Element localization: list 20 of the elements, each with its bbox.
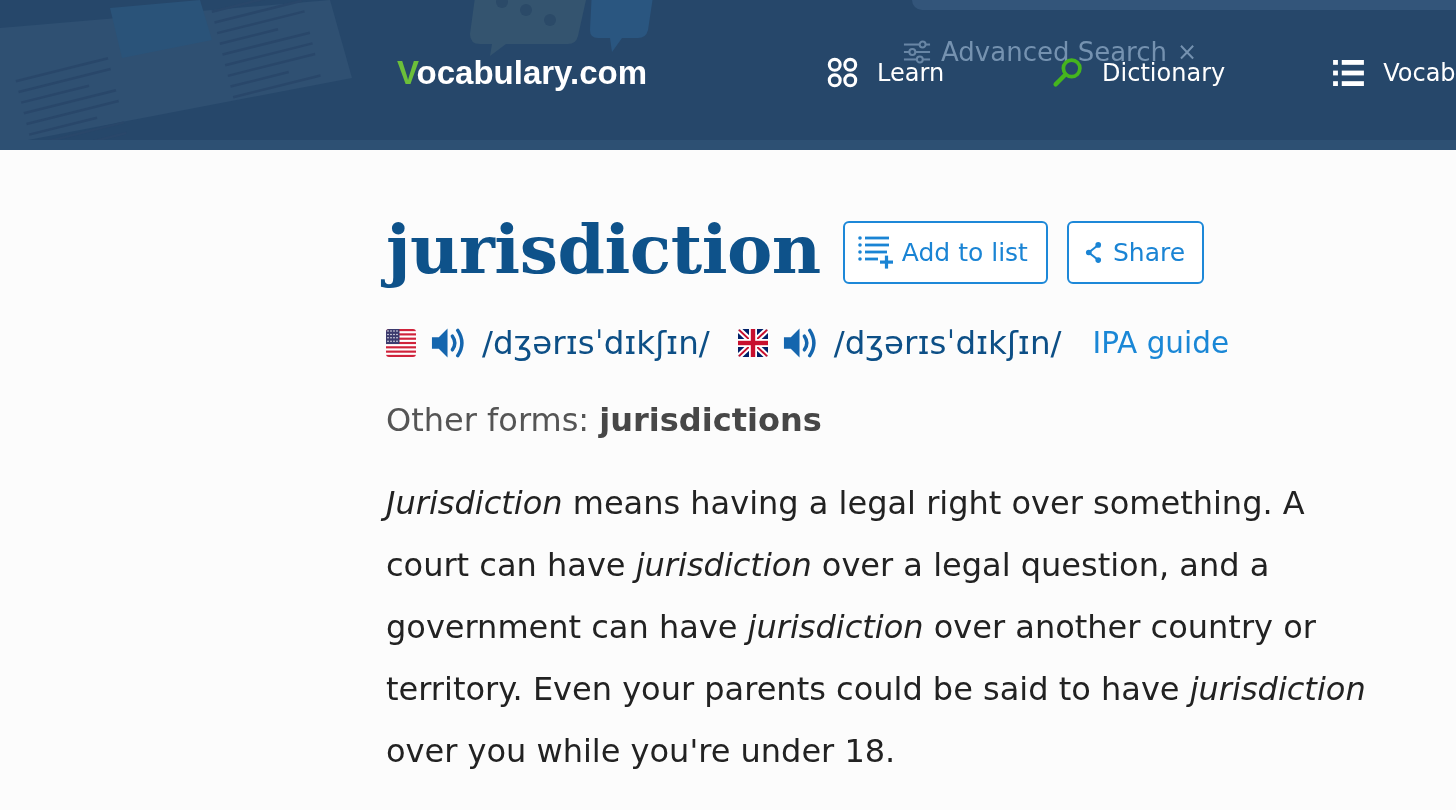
nav-link[interactable]: Vocab <box>1333 56 1456 89</box>
close-button[interactable]: × <box>1177 36 1198 68</box>
speaker-icon[interactable] <box>430 325 467 361</box>
definition-text: Jurisdiction means having a legal right over something. A court can have jurisdiction over a legal question, and a government can have jurisdiction over another country or territory. Even your parents could be said to have jurisdiction over you while you're under 18. <box>378 472 1396 782</box>
list-add-icon <box>857 235 893 269</box>
ipa-guide-link[interactable]: IPA guide <box>1092 322 1230 364</box>
word-title: jurisdiction <box>378 209 821 295</box>
site-logo[interactable]: Vocabulary.com <box>397 51 648 94</box>
pronunciation-text: /dʒərɪsˈdɪkʃɪn/ <box>482 323 710 364</box>
add-to-list-button[interactable]: Add to list <box>842 220 1048 284</box>
circles-icon <box>827 57 859 88</box>
list-icon <box>1333 59 1365 86</box>
share-icon <box>1084 240 1102 264</box>
us-flag-icon <box>386 329 416 357</box>
pronunciation-text: /dʒərɪsˈdɪkʃɪn/ <box>833 323 1062 364</box>
other-forms-text: Other forms: jurisdictions <box>386 400 823 440</box>
speaker-icon[interactable] <box>781 325 819 361</box>
sliders-icon <box>903 40 931 64</box>
share-button[interactable]: Share <box>1066 220 1205 284</box>
uk-flag-icon <box>737 329 768 357</box>
